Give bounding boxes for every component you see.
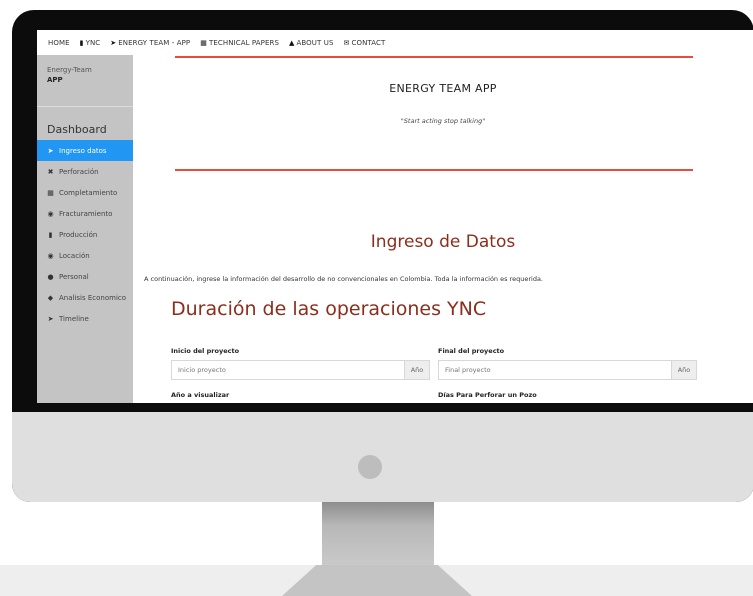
cross-icon: ✖ (47, 167, 54, 176)
sidebar-item-label: Analisis Economico (59, 293, 127, 302)
sidebar-menu: ➤ Ingreso datos ✖ Perforación ▦ Completamie… (37, 140, 133, 329)
top-divider (175, 56, 693, 58)
top-navigation: HOME ▮ YNC ➤ ENERGY TEAM - APP ▦ TECHNICAL … (37, 30, 753, 55)
sidebar-item-completamiento[interactable]: ▦ Completamiento (37, 182, 133, 203)
nav-home-label: HOME (48, 38, 70, 47)
intro-text: A continuación, ingrese la información d… (144, 275, 543, 283)
sidebar-item-personal[interactable]: ● Personal (37, 266, 133, 287)
final-addon: Año (671, 361, 696, 379)
nav-energy-team-label: ENERGY TEAM - APP (118, 38, 191, 47)
sidebar-item-label: Personal (59, 272, 89, 281)
final-label: Final del proyecto (438, 347, 505, 355)
section-heading-duracion: Duración de las operaciones YNC (171, 298, 487, 320)
final-field-group: Año (438, 360, 697, 380)
nav-contact[interactable]: ✉ CONTACT (344, 39, 386, 47)
nav-home[interactable]: HOME (48, 39, 70, 47)
nav-contact-label: CONTACT (351, 38, 386, 47)
sidebar-item-label: Producción (59, 230, 98, 239)
sidebar-item-timeline[interactable]: ➤ Timeline (37, 308, 133, 329)
grid-icon: ▦ (47, 188, 54, 197)
nav-ync[interactable]: ▮ YNC (80, 39, 101, 47)
sidebar-item-label: Ingreso datos (59, 146, 107, 155)
nav-about-us[interactable]: ▲ ABOUT US (289, 39, 333, 47)
final-input[interactable] (439, 361, 671, 379)
sidebar-item-label: Fracturamiento (59, 209, 113, 218)
brand-sub: APP (47, 76, 63, 84)
arrow-up-icon: ➤ (47, 146, 54, 155)
ano-visualizar-label: Año a visualizar (171, 391, 230, 399)
sidebar-item-label: Completamiento (59, 188, 118, 197)
monitor-power-button (358, 455, 382, 479)
inicio-label: Inicio del proyecto (171, 347, 240, 355)
inicio-input[interactable] (172, 361, 404, 379)
monitor-stand-neck (322, 500, 434, 565)
sidebar-item-produccion[interactable]: ▮ Producción (37, 224, 133, 245)
sidebar-item-label: Perforación (59, 167, 99, 176)
diamond-icon: ◆ (47, 293, 54, 302)
nav-ync-label: YNC (85, 38, 101, 47)
main-content: ENERGY TEAM APP "Start acting stop talki… (133, 55, 753, 403)
sidebar-brand: Energy-Team APP (47, 65, 92, 85)
dias-perforar-label: Días Para Perforar un Pozo (438, 391, 537, 399)
sidebar-divider (37, 106, 133, 107)
inicio-addon: Año (404, 361, 429, 379)
sidebar-item-ingreso-datos[interactable]: ➤ Ingreso datos (37, 140, 133, 161)
sidebar-item-label: Timeline (59, 314, 89, 323)
envelope-icon: ✉ (343, 38, 350, 47)
sidebar-item-label: Locación (59, 251, 90, 260)
brand-name: Energy-Team (47, 66, 92, 74)
sidebar-item-fracturamiento[interactable]: ◉ Fracturamiento (37, 203, 133, 224)
monitor-screen: HOME ▮ YNC ➤ ENERGY TEAM - APP ▦ TECHNICAL … (37, 30, 753, 403)
target-icon: ◉ (47, 209, 54, 218)
paper-plane-icon: ➤ (47, 314, 54, 323)
bottom-divider (175, 169, 693, 171)
sidebar-section-title: Dashboard (47, 123, 107, 136)
sidebar-item-locacion[interactable]: ◉ Locación (37, 245, 133, 266)
paper-plane-icon: ➤ (110, 38, 117, 47)
inicio-field-group: Año (171, 360, 430, 380)
eye-icon: ◉ (47, 251, 54, 260)
nav-technical-papers-label: TECHNICAL PAPERS (208, 38, 280, 47)
sidebar-item-perforacion[interactable]: ✖ Perforación (37, 161, 133, 182)
page-title: ENERGY TEAM APP (389, 82, 497, 95)
sidebar: Energy-Team APP Dashboard ➤ Ingreso datos… (37, 55, 133, 403)
nav-technical-papers[interactable]: ▦ TECHNICAL PAPERS (200, 39, 279, 47)
monitor-chin (12, 412, 753, 502)
motto: "Start acting stop talking" (400, 117, 486, 125)
grid-icon: ▦ (200, 38, 207, 47)
file-icon: ▮ (79, 38, 84, 47)
file-icon: ▮ (48, 230, 53, 239)
section-heading-ingreso: Ingreso de Datos (370, 232, 516, 252)
nav-about-us-label: ABOUT US (296, 38, 334, 47)
sidebar-item-analisis-economico[interactable]: ◆ Analisis Economico (37, 287, 133, 308)
user-icon: ▲ (289, 38, 295, 47)
users-icon: ● (47, 272, 54, 281)
nav-energy-team-app[interactable]: ➤ ENERGY TEAM - APP (110, 39, 190, 47)
